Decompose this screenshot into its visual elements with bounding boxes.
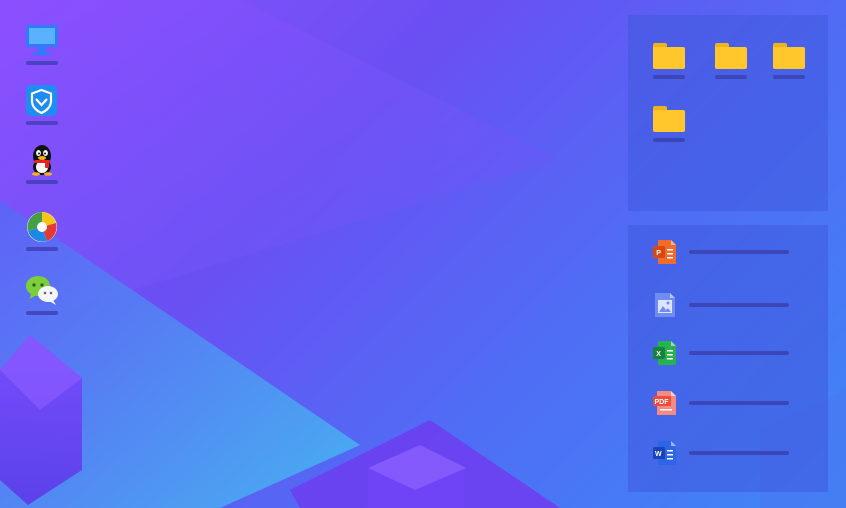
excel-file-icon: X — [652, 340, 678, 366]
folder-label — [773, 75, 805, 79]
powerpoint-file-icon: P — [652, 239, 678, 265]
document-item[interactable]: X — [652, 340, 802, 366]
folder-label — [653, 138, 685, 142]
desktop-icon-security[interactable] — [24, 84, 60, 136]
document-label — [689, 303, 789, 307]
desktop-icon-label — [26, 121, 58, 125]
computer-icon — [25, 24, 59, 58]
image-file-icon — [652, 292, 678, 318]
folder-label — [653, 75, 685, 79]
pdf-file-icon: PDF — [652, 390, 678, 416]
file-badge: PDF — [655, 399, 670, 406]
file-badge: X — [656, 351, 661, 358]
desktop-icon-computer[interactable] — [24, 24, 60, 76]
desktop-icon-label — [26, 61, 58, 65]
security-shield-icon — [25, 84, 59, 118]
file-badge: W — [655, 451, 662, 458]
document-label — [689, 351, 789, 355]
desktop-icon-qq[interactable] — [24, 143, 60, 195]
document-panel: P X PDF W — [628, 225, 828, 492]
document-item[interactable] — [652, 292, 802, 318]
folder-item[interactable] — [772, 43, 806, 91]
document-item[interactable]: P — [652, 239, 802, 265]
folder-item[interactable] — [652, 43, 686, 91]
word-file-icon: W — [652, 440, 678, 466]
file-badge: P — [656, 250, 661, 257]
desktop-icon-label — [26, 180, 58, 184]
desktop-icon-browser[interactable] — [24, 210, 60, 262]
document-label — [689, 250, 789, 254]
desktop-icon-label — [26, 247, 58, 251]
document-item[interactable]: PDF — [652, 390, 802, 416]
folder-panel — [628, 15, 828, 211]
desktop-icon-label — [26, 311, 58, 315]
wechat-icon — [25, 274, 59, 308]
document-item[interactable]: W — [652, 440, 802, 466]
desktop[interactable]: P X PDF W — [0, 0, 846, 508]
document-label — [689, 451, 789, 455]
folder-item[interactable] — [714, 43, 748, 91]
desktop-icon-wechat[interactable] — [24, 274, 60, 326]
document-label — [689, 401, 789, 405]
folder-label — [715, 75, 747, 79]
folder-item[interactable] — [652, 106, 686, 154]
browser-icon — [25, 210, 59, 244]
qq-penguin-icon — [25, 143, 59, 177]
